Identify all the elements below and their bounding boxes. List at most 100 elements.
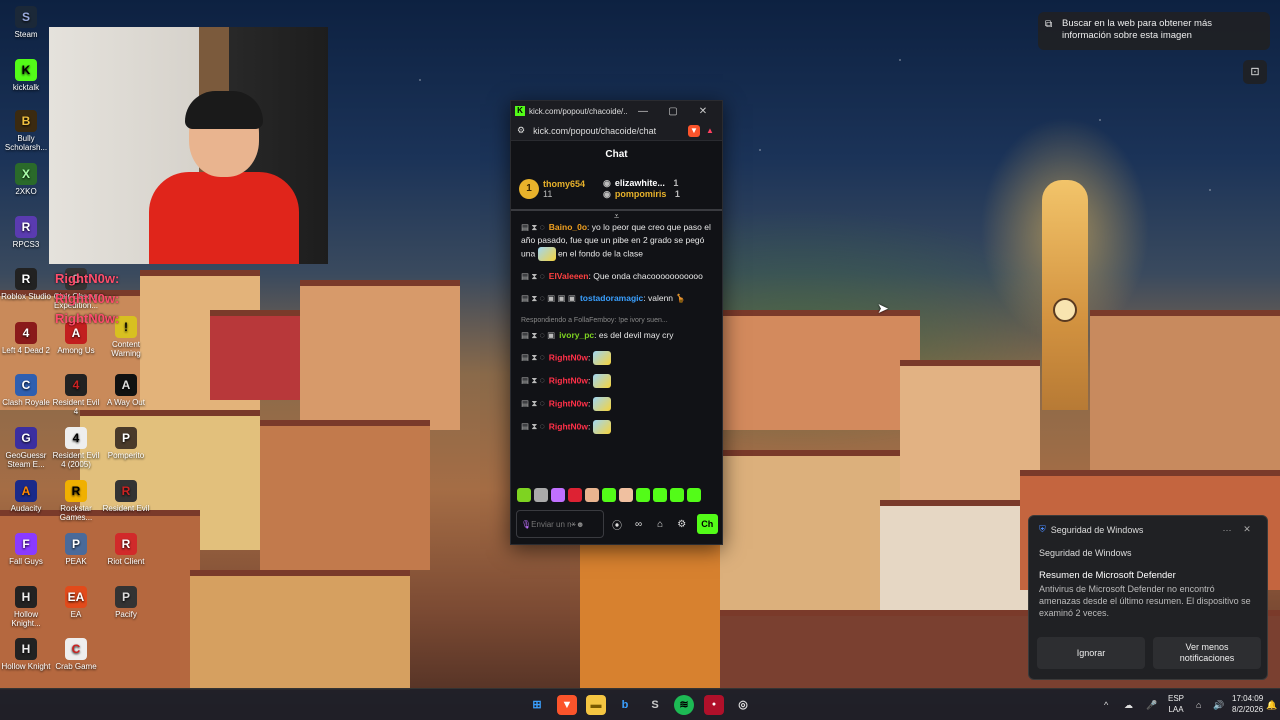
desktop-icon-rockstar-games[interactable]: R Rockstar Games... — [50, 480, 102, 522]
more-options-icon[interactable]: ··· — [1217, 525, 1237, 535]
desktop-icon-hollow-knight[interactable]: H Hollow Knight — [0, 638, 52, 671]
lens-search-bubble[interactable]: ⧉ Buscar en la web para obtener más info… — [1038, 12, 1270, 50]
close-icon[interactable]: ✕ — [1237, 524, 1257, 535]
desktop-icon-crab-game[interactable]: C Crab Game — [50, 638, 102, 671]
desktop-icon-a-way-out[interactable]: AA Way Out — [100, 374, 152, 407]
desktop-icon-audacity[interactable]: A Audacity — [0, 480, 52, 513]
maximize-button[interactable]: ▢ — [658, 106, 688, 117]
desktop-icon-resident-evil-4[interactable]: 4 Resident Evil 4 — [50, 374, 102, 416]
desktop-icon-ea[interactable]: EA EA — [50, 586, 102, 619]
quick-emote-icon[interactable] — [517, 488, 531, 502]
quick-emote-icon[interactable] — [653, 488, 667, 502]
chat-username[interactable]: RightN0w — [549, 352, 588, 362]
dismiss-button[interactable]: Ignorar — [1037, 637, 1145, 669]
quick-emote-icon[interactable] — [585, 488, 599, 502]
lens-scan-button[interactable]: ⊡ — [1243, 60, 1267, 84]
file-explorer-icon[interactable]: ▬ — [586, 695, 606, 715]
brave-shields-icon[interactable]: ▼ — [688, 124, 700, 137]
quick-emote-icon[interactable] — [636, 488, 650, 502]
chat-popout-window[interactable]: K kick.com/popout/chacoide/... — ▢ ✕ ⚙ k… — [510, 100, 723, 545]
brave-rewards-icon[interactable]: ▲ — [704, 125, 716, 137]
desktop-icon-riot-client[interactable]: R Riot Client — [100, 533, 152, 566]
chat-username[interactable]: ivory_pc — [559, 330, 594, 340]
emote-icon: 🦒 — [675, 293, 687, 303]
desktop-icon-steam[interactable]: S Steam — [0, 6, 52, 39]
store-icon[interactable]: ⌂ — [651, 519, 669, 530]
desktop-icon-fall-guys[interactable]: F Fall Guys — [0, 533, 52, 566]
emote-icon — [537, 247, 556, 261]
desktop-icon-roblox-studio[interactable]: R Roblox Studio — [0, 268, 52, 301]
bing-icon[interactable]: b — [615, 695, 635, 715]
chat-input-box[interactable]: 🎙 ⚹ ☻ — [516, 510, 605, 538]
quick-emote-icon[interactable] — [551, 488, 565, 502]
desktop-icon-peak[interactable]: P PEAK — [50, 533, 102, 566]
start-button[interactable]: ⊞ — [527, 695, 547, 715]
close-button[interactable]: ✕ — [688, 106, 718, 117]
cloud-icon[interactable]: ☁ — [1124, 689, 1133, 720]
window-titlebar[interactable]: K kick.com/popout/chacoide/... — ▢ ✕ — [511, 101, 722, 121]
leader-top-count: 11 — [543, 189, 553, 199]
minimize-button[interactable]: — — [628, 106, 658, 117]
volume-icon[interactable]: 🔊 — [1213, 689, 1224, 720]
desktop-icon-resident-evil-4-2005[interactable]: 4 Resident Evil 4 (2005) — [50, 427, 102, 469]
chat-input[interactable] — [531, 519, 572, 529]
infinity-icon[interactable]: ∞ — [630, 519, 648, 530]
chat-username[interactable]: tostadoramagic — [580, 293, 643, 303]
desktop-icon-clash-royale[interactable]: C Clash Royale — [0, 374, 52, 407]
chat-username[interactable]: RightN0w — [549, 398, 588, 408]
desktop-icon-kicktalk[interactable]: Kkicktalk — [0, 59, 52, 92]
language-indicator[interactable]: ESP LAA — [1168, 693, 1184, 715]
settings-gear-icon[interactable]: ⚙ — [673, 519, 691, 530]
desktop-icon-rpcs3[interactable]: R RPCS3 — [0, 216, 52, 249]
desktop-icon-pacify[interactable]: P Pacify — [100, 586, 152, 619]
microphone-tray-icon[interactable]: 🎤 — [1146, 689, 1157, 720]
leader-third-count: 1 — [674, 189, 680, 199]
chat-message: ▤ ⧗ ◌ RightN0w: — [521, 420, 712, 434]
obs-icon[interactable]: ◎ — [733, 695, 753, 715]
desktop-icon-among-us[interactable]: A Among Us — [50, 322, 102, 355]
show-hidden-icons-button[interactable]: ^ — [1104, 689, 1108, 720]
quick-emote-icon[interactable] — [670, 488, 684, 502]
desktop-icon-pomperito[interactable]: P Pomperito — [100, 427, 152, 460]
users-icon[interactable]: ⦿ — [608, 517, 626, 532]
chat-username[interactable]: ElValeeen — [549, 271, 589, 281]
overlay-chat-line: RightN0w: — [55, 291, 120, 306]
quick-emote-icon[interactable] — [619, 488, 633, 502]
obs-studio-icon[interactable]: ● — [704, 695, 724, 715]
chat-username[interactable]: RightN0w — [549, 421, 588, 431]
desktop-icon-geoguessr[interactable]: G GeoGuessr Steam E... — [0, 427, 52, 469]
microphone-icon[interactable]: 🎙 — [521, 520, 531, 529]
leader-second-user: elizawhite... — [614, 178, 665, 188]
spotify-icon[interactable]: ≋ — [674, 695, 694, 715]
quick-emote-icon[interactable] — [568, 488, 582, 502]
emote-icon — [592, 351, 611, 365]
quick-emote-icon[interactable] — [687, 488, 701, 502]
quick-emote-icon[interactable] — [534, 488, 548, 502]
chat-username[interactable]: RightN0w — [549, 375, 588, 385]
desktop-icon-2xko[interactable]: X 2XKO — [0, 163, 52, 196]
emoji-icon[interactable]: ☻ — [576, 520, 584, 529]
network-icon[interactable]: ⌂ — [1196, 689, 1201, 720]
notification-toast[interactable]: ⛨ Seguridad de Windows ··· ✕ Seguridad d… — [1028, 515, 1268, 680]
site-settings-icon[interactable]: ⚙ — [517, 125, 525, 136]
brave-taskbar-icon[interactable]: ▼ — [557, 695, 577, 715]
leader-third-user: pompomiris — [614, 189, 667, 199]
desktop-icon-hollow-knight-silksong[interactable]: H Hollow Knight... — [0, 586, 52, 628]
toast-body: Antivirus de Microsoft Defender no encon… — [1039, 584, 1251, 618]
reply-preview[interactable]: Respondiendo a FollaFemboy: !pe ivory su… — [521, 314, 712, 327]
quick-emote-icon[interactable] — [602, 488, 616, 502]
notification-bell-icon[interactable]: 🔔 — [1266, 689, 1277, 720]
leader-second-count: 1 — [673, 178, 679, 188]
steam-taskbar-icon[interactable]: S — [645, 695, 665, 715]
url-text[interactable]: kick.com/popout/chacoide/chat — [533, 126, 684, 136]
desktop-icon-resident-evil[interactable]: R Resident Evil — [100, 480, 152, 513]
pinned-chevron-icon[interactable]: ⩡ — [511, 209, 722, 221]
send-chat-button[interactable]: Ch — [696, 514, 719, 534]
desktop-icon-bully[interactable]: B Bully Scholarsh... — [0, 110, 52, 152]
address-bar[interactable]: ⚙ kick.com/popout/chacoide/chat ▼ ▲ — [511, 121, 722, 141]
chat-message: ▤ ⧗ ◌ ElValeeen: Que onda chacooooooooooo — [521, 271, 703, 281]
system-clock[interactable]: 17:04:09 8/2/2026 — [1232, 693, 1263, 715]
chat-username[interactable]: Baino_0o — [549, 222, 587, 232]
show-fewer-notifications-button[interactable]: Ver menos notificaciones — [1153, 637, 1261, 669]
desktop-icon-left-4-dead-2[interactable]: 4 Left 4 Dead 2 — [0, 322, 52, 355]
